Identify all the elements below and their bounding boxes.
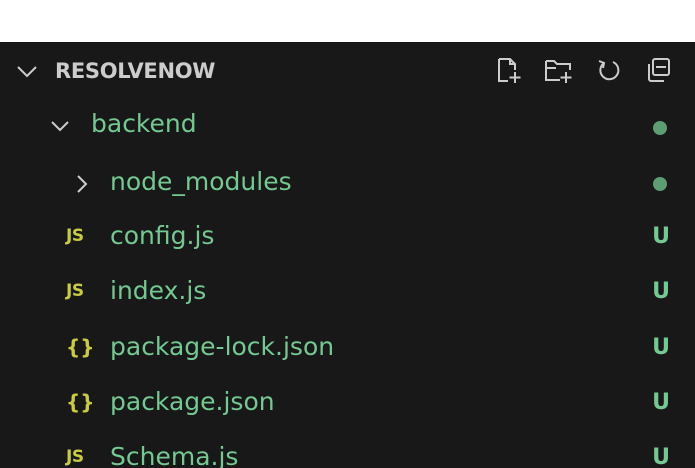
- untracked-status-badge: U: [652, 279, 670, 304]
- file-name: config.js: [110, 221, 215, 250]
- tree-item-file[interactable]: {} package-lock.json U: [0, 321, 695, 375]
- explorer-section-header[interactable]: RESOLVENOW: [0, 42, 695, 100]
- new-file-icon[interactable]: [491, 52, 527, 88]
- tree-item-node-modules[interactable]: node_modules: [0, 156, 695, 210]
- new-folder-icon[interactable]: [541, 52, 577, 88]
- file-name: package-lock.json: [110, 332, 335, 361]
- file-name: Schema.js: [110, 442, 239, 468]
- explorer-panel: RESOLVENOW backend node_modules JS confi…: [0, 42, 695, 468]
- tree-item-file[interactable]: JS Schema.js U: [0, 431, 695, 468]
- modified-dot-icon: [653, 121, 667, 135]
- tree-item-backend[interactable]: backend: [0, 100, 695, 154]
- chevron-right-icon[interactable]: [75, 174, 93, 193]
- file-name: index.js: [110, 276, 207, 305]
- chevron-down-icon[interactable]: [16, 64, 38, 78]
- untracked-status-badge: U: [652, 224, 670, 249]
- modified-dot-icon: [653, 177, 667, 191]
- untracked-status-badge: U: [652, 445, 670, 468]
- tree-item-file[interactable]: JS index.js U: [0, 265, 695, 319]
- tree-item-label: node_modules: [110, 167, 292, 196]
- refresh-icon[interactable]: [591, 52, 627, 88]
- untracked-status-badge: U: [652, 390, 670, 415]
- json-file-icon: {}: [66, 390, 95, 414]
- js-file-icon: JS: [66, 226, 84, 246]
- file-name: package.json: [110, 387, 275, 416]
- project-title[interactable]: RESOLVENOW: [55, 58, 215, 84]
- js-file-icon: JS: [66, 447, 84, 467]
- chevron-down-icon[interactable]: [50, 119, 69, 137]
- json-file-icon: {}: [66, 335, 95, 359]
- explorer-actions: [491, 52, 677, 88]
- tree-item-label: backend: [91, 109, 197, 138]
- untracked-status-badge: U: [652, 335, 670, 360]
- js-file-icon: JS: [66, 281, 84, 301]
- collapse-all-icon[interactable]: [641, 52, 677, 88]
- tree-item-file[interactable]: JS config.js U: [0, 210, 695, 264]
- tree-item-file[interactable]: {} package.json U: [0, 376, 695, 430]
